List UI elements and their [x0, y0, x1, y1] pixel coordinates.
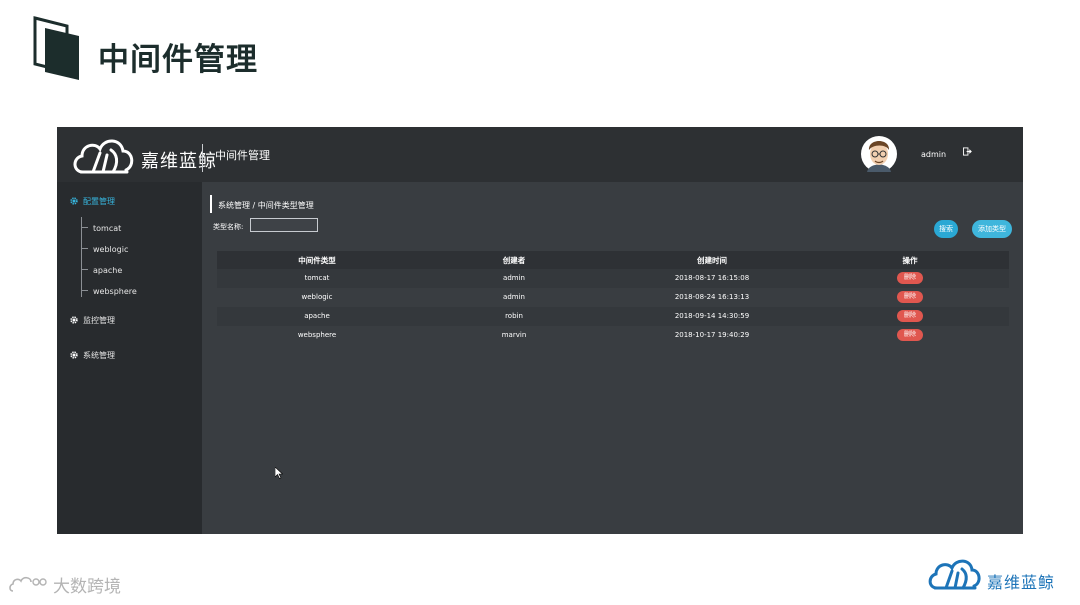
sidebar-group-label: 监控管理 — [83, 316, 115, 325]
cell-time: 2018-08-24 16:13:13 — [674, 293, 750, 301]
footer-logo: 嘉维蓝鲸 — [927, 552, 1072, 596]
footer-brand-icon — [9, 576, 47, 592]
column-header[interactable]: 中间件类型 — [298, 255, 336, 266]
footer-brand-text: 大数跨境 — [53, 577, 121, 597]
footer-logo-text: 嘉维蓝鲸 — [987, 573, 1056, 592]
cell-type: weblogic — [301, 293, 333, 301]
cell-type: tomcat — [304, 274, 330, 282]
app-window: 嘉维蓝鲸 中间件管理 admin 配置管理 tomcat weblogic ap… — [57, 127, 1023, 534]
cloud-logo-icon — [73, 139, 134, 174]
column-header[interactable]: 创建时间 — [697, 255, 727, 266]
delete-button[interactable]: 删除 — [897, 329, 923, 341]
delete-button[interactable]: 删除 — [897, 272, 923, 284]
main-content: 系统管理 / 中间件类型管理 类型名称: 搜索 添加类型 中间件类型 创建者 创… — [210, 182, 1023, 534]
gear-icon — [70, 351, 78, 359]
footer-brand: 大数跨境 — [9, 572, 121, 597]
column-header: 操作 — [902, 256, 918, 265]
sidebar: 配置管理 tomcat weblogic apache websphere 监控… — [57, 182, 202, 534]
username[interactable]: admin — [921, 150, 946, 159]
header-title: 中间件管理 — [215, 149, 270, 162]
table-header: 中间件类型 创建者 创建时间 操作 — [217, 251, 1009, 269]
gear-icon — [70, 197, 78, 205]
slide-title: 中间件管理 — [98, 42, 258, 78]
sidebar-item-tomcat[interactable]: tomcat — [81, 224, 121, 233]
sidebar-item-websphere[interactable]: websphere — [81, 287, 137, 296]
top-bar: 嘉维蓝鲸 中间件管理 admin — [57, 127, 1023, 182]
cell-creator: admin — [503, 274, 525, 282]
table-row[interactable]: websphere marvin 2018-10-17 19:40:29 删除 — [217, 326, 1009, 345]
brand-logo[interactable]: 嘉维蓝鲸 — [71, 132, 216, 178]
cell-creator: marvin — [501, 331, 527, 339]
column-header[interactable]: 创建者 — [503, 255, 526, 266]
table-row[interactable]: tomcat admin 2018-08-17 16:15:08 删除 — [217, 269, 1009, 288]
breadcrumb-marker — [210, 195, 212, 213]
avatar[interactable] — [860, 132, 898, 177]
search-button[interactable]: 搜索 — [934, 220, 958, 238]
table-row[interactable]: apache robin 2018-09-14 14:30:59 删除 — [217, 307, 1009, 326]
sidebar-group-config[interactable]: 配置管理 — [70, 196, 115, 207]
sidebar-group-monitor[interactable]: 监控管理 — [70, 315, 115, 326]
sidebar-group-label: 系统管理 — [83, 351, 115, 360]
delete-button[interactable]: 删除 — [897, 291, 923, 303]
header-divider — [202, 144, 203, 172]
cell-creator: admin — [503, 293, 525, 301]
sidebar-item-apache[interactable]: apache — [81, 266, 122, 275]
gear-icon — [70, 316, 78, 324]
add-type-button[interactable]: 添加类型 — [972, 220, 1012, 238]
slide-title-icon — [33, 16, 83, 82]
cell-type: apache — [304, 312, 330, 320]
cell-creator: robin — [505, 312, 523, 320]
middleware-table: 中间件类型 创建者 创建时间 操作 tomcat admin 2018-08-1… — [217, 251, 1009, 345]
breadcrumb: 系统管理 / 中间件类型管理 — [218, 201, 314, 210]
cell-time: 2018-09-14 14:30:59 — [674, 312, 750, 320]
sidebar-group-system[interactable]: 系统管理 — [70, 350, 115, 361]
mouse-cursor-icon — [275, 467, 283, 479]
table-row[interactable]: weblogic admin 2018-08-24 16:13:13 删除 — [217, 288, 1009, 307]
logout-icon[interactable] — [963, 147, 972, 159]
type-name-label: 类型名称: — [213, 223, 244, 231]
brand-name: 嘉维蓝鲸 — [141, 151, 217, 172]
type-name-input[interactable] — [250, 218, 318, 232]
cell-type: websphere — [297, 331, 337, 339]
sidebar-group-label: 配置管理 — [83, 197, 115, 206]
cloud-logo-icon — [928, 559, 981, 590]
delete-button[interactable]: 删除 — [897, 310, 923, 322]
sidebar-item-weblogic[interactable]: weblogic — [81, 245, 128, 254]
cell-time: 2018-08-17 16:15:08 — [674, 274, 750, 282]
cell-time: 2018-10-17 19:40:29 — [674, 331, 750, 339]
